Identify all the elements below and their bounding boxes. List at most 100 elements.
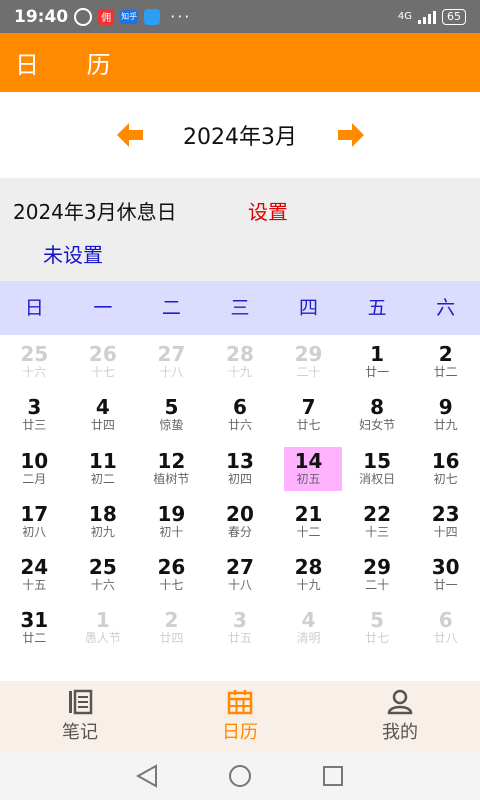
day-number: 29 [294,342,323,366]
calendar-day[interactable]: 16 初七 [411,445,480,498]
calendar-day[interactable]: 20 春分 [206,498,275,551]
day-number: 1 [95,608,110,633]
day-number: 26 [88,342,117,366]
calendar-day[interactable]: 28 十九 [206,338,275,391]
calendar-day[interactable]: 1 愚人节 [69,604,138,657]
day-number: 4 [95,395,110,420]
calendar-day[interactable]: 27 十八 [206,551,275,604]
calendar-day[interactable]: 1 廿一 [343,338,412,391]
calendar-day[interactable]: 28 十九 [274,551,343,604]
status-right: 4G 65 [397,8,466,25]
calendar-day[interactable]: 19 初十 [137,498,206,551]
day-number: 17 [20,501,49,526]
calendar-icon [227,690,253,715]
calendar-day[interactable]: 17 初八 [0,498,69,551]
calendar-day[interactable]: 4 廿四 [69,391,138,444]
holiday-set-button[interactable]: 设置 [248,196,288,225]
day-number: 13 [226,448,254,473]
day-number: 31 [20,608,49,633]
calendar-day[interactable]: 31 廿二 [0,604,69,657]
day-number: 2 [164,608,179,633]
calendar-day[interactable]: 26 十七 [137,551,206,604]
calendar-week-row: 31 廿二 1 愚人节 2 廿四 3 廿五 4 清明 5 廿七 6 廿八 [0,604,480,657]
arrow-left-icon[interactable] [117,123,143,147]
weekday-label: 六 [436,297,456,319]
back-triangle-icon [135,764,157,788]
calendar-day[interactable]: 5 惊蛰 [137,391,206,444]
calendar-day-today[interactable]: 14 初五 [274,445,343,498]
recents-button[interactable] [313,756,353,796]
message-notification-icon [144,8,161,25]
holiday-section: 2024年3月休息日 设置 未设置 [0,178,480,281]
day-number: 3 [27,395,42,420]
calendar-day[interactable]: 29 二十 [274,338,343,391]
calendar-day[interactable]: 6 廿八 [411,604,480,657]
day-number: 9 [438,395,453,420]
day-number: 27 [226,555,254,580]
calendar-day[interactable]: 18 初九 [69,498,138,551]
calendar-day[interactable]: 22 十三 [343,498,412,551]
back-button[interactable] [127,756,167,796]
month-title: 2024年3月 [183,125,297,150]
calendar-day[interactable]: 23 十四 [411,498,480,551]
weekday-label: 一 [93,297,113,319]
calendar-day[interactable]: 13 初四 [206,445,275,498]
calendar-day[interactable]: 29 二十 [343,551,412,604]
calendar-day[interactable]: 21 十二 [274,498,343,551]
app-bar: 日 历 [0,33,480,92]
calendar-day[interactable]: 2 廿四 [137,604,206,657]
lunar-date: 十九 [296,578,321,593]
day-number: 22 [363,501,392,526]
battery-icon: 65 [442,8,466,25]
home-button[interactable] [220,756,260,796]
lunar-date: 十六 [22,365,47,379]
calendar-day[interactable]: 2 廿二 [411,338,480,391]
calendar-day[interactable]: 5 廿七 [343,604,412,657]
calendar-day[interactable]: 12 植树节 [137,445,206,498]
day-number: 20 [226,501,254,526]
calendar-day[interactable]: 27 十八 [137,338,206,391]
app-notification-icon: 佣 [98,8,115,25]
calendar-day[interactable]: 3 廿三 [0,391,69,444]
calendar-day[interactable]: 15 消权日 [343,445,412,498]
lunar-date: 十七 [90,365,115,379]
day-number: 28 [226,342,254,366]
day-number: 8 [370,395,385,420]
tab-profile[interactable]: 我的 [320,681,480,752]
calendar-day[interactable]: 6 廿六 [206,391,275,444]
lunar-date: 廿八 [433,631,458,646]
calendar-day[interactable]: 30 廿一 [411,551,480,604]
system-navigation-bar [0,752,480,800]
lunar-date: 十七 [159,578,184,593]
calendar-day[interactable]: 10 二月 [0,445,69,498]
calendar-day[interactable]: 11 初二 [69,445,138,498]
tab-notes[interactable]: 笔记 [0,681,160,752]
calendar-day[interactable]: 3 廿五 [206,604,275,657]
calendar-day[interactable]: 7 廿七 [274,391,343,444]
profile-icon [387,689,413,715]
arrow-right-icon[interactable] [338,123,364,147]
calendar-day[interactable]: 24 十五 [0,551,69,604]
calendar-day[interactable]: 26 十七 [69,338,138,391]
tab-calendar[interactable]: 日历 [160,681,320,752]
weekday-label: 日 [24,297,44,319]
day-number: 15 [363,448,392,473]
calendar-day[interactable]: 4 清明 [274,604,343,657]
lunar-date: 十四 [433,524,458,539]
lunar-date: 廿四 [159,631,184,646]
lunar-date: 廿三 [22,418,47,433]
day-number: 16 [431,448,460,473]
calendar-day[interactable]: 8 妇女节 [343,391,412,444]
lunar-date: 廿九 [433,418,458,433]
status-bar: 19:40 佣 知乎 ··· 4G 65 [0,0,480,33]
day-number: 1 [370,342,385,366]
network-type: 4G [397,11,412,22]
lunar-date: 廿七 [296,418,321,433]
tab-profile-label: 我的 [382,722,418,743]
calendar-grid: 25 十六 26 十七 27 十八 28 十九 29 二十 1 廿一 2 廿二 3 廿三 4 廿四 5 惊蛰 6 廿六 7 廿… [0,338,480,658]
day-number: 3 [233,608,247,633]
lunar-date: 妇女节 [359,418,396,433]
calendar-day[interactable]: 9 廿九 [411,391,480,444]
calendar-day[interactable]: 25 十六 [69,551,138,604]
calendar-day[interactable]: 25 十六 [0,338,69,391]
